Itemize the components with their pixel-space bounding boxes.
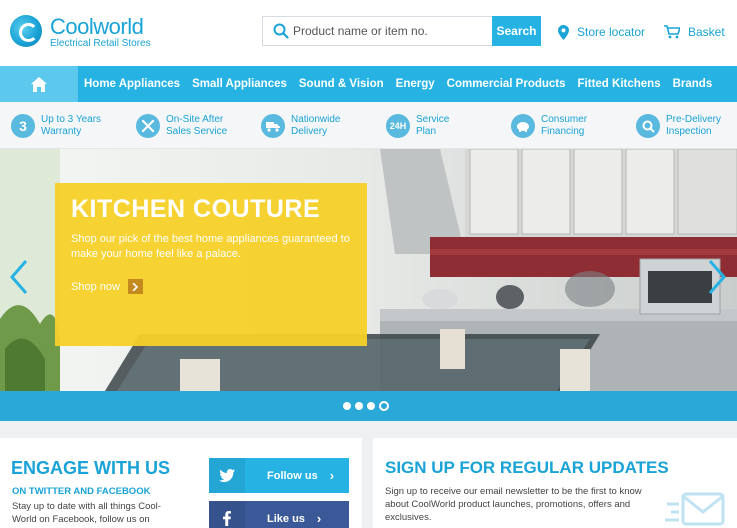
feature-financing[interactable]: Consumer Financing [511,112,587,140]
mail-icon [665,492,725,526]
hero-carousel: KITCHEN COUTURE Shop our pick of the bes… [0,149,737,421]
nav-item-brands[interactable]: Brands [667,78,719,90]
feature-label: Pre-Delivery Inspection [666,114,722,137]
logo[interactable]: Coolworld Electrical Retail Stores [10,14,160,54]
store-locator-link[interactable]: Store locator [558,24,645,40]
nav-home-button[interactable] [0,66,78,102]
tools-icon [136,114,160,138]
shop-now-button[interactable]: Shop now [71,279,143,294]
search-button[interactable]: Search [492,16,541,46]
carousel-dot[interactable] [343,402,351,410]
feature-service-plan[interactable]: 24H Service Plan [386,112,449,140]
home-icon [31,76,47,92]
newsletter-section: SIGN UP FOR REGULAR UPDATES Sign up to r… [373,438,737,528]
chevron-right-icon: › [316,511,322,526]
magnifier-icon [636,114,660,138]
nav-item-fitted-kitchens[interactable]: Fitted Kitchens [572,78,667,90]
carousel-dot[interactable] [367,402,375,410]
twitter-label: Follow us [267,469,318,482]
twitter-follow-button[interactable]: Follow us › [209,458,349,493]
main-nav: Home Appliances Small Appliances Sound &… [0,66,737,102]
engage-section: ENGAGE WITH US ON TWITTER AND FACEBOOK S… [0,438,362,528]
engage-subtitle: ON TWITTER AND FACEBOOK [12,486,151,497]
chevron-right-icon [127,279,143,294]
features-bar: 3 Up to 3 Years Warranty On-Site After S… [0,102,737,149]
logo-title: Coolworld [50,14,144,39]
basket-icon [664,25,680,39]
nav-item-small-appliances[interactable]: Small Appliances [186,78,293,90]
logo-tagline: Electrical Retail Stores [50,38,151,49]
search-icon [273,23,289,39]
carousel-next-icon[interactable] [704,259,728,295]
feature-label: Nationwide Delivery [291,114,341,137]
feature-label: Consumer Financing [541,114,588,137]
engage-text: Stay up to date with all things Cool-Wor… [12,501,161,525]
piggy-bank-icon [511,114,535,138]
nav-item-commercial-products[interactable]: Commercial Products [441,78,572,90]
basket-link[interactable]: Basket [664,24,725,40]
newsletter-text: Sign up to receive our email newsletter … [385,486,642,523]
chevron-right-icon: › [329,468,335,483]
hero-text: Shop our pick of the best home appliance… [71,233,350,260]
site-header: Coolworld Electrical Retail Stores Searc… [0,0,737,66]
carousel-pagination [343,401,389,411]
hero-promo-panel: KITCHEN COUTURE Shop our pick of the bes… [55,183,367,346]
carousel-dot[interactable] [355,402,363,410]
facebook-label: Like us [267,512,305,525]
nav-item-energy[interactable]: Energy [390,78,441,90]
facebook-like-button[interactable]: Like us › [209,501,349,528]
facebook-icon [209,501,245,528]
store-locator-label: Store locator [577,25,646,39]
hero-title: KITCHEN COUTURE [71,195,321,223]
map-pin-icon [558,24,569,40]
twitter-icon [209,458,245,493]
clock-24h-icon: 24H [386,114,410,138]
search-input[interactable] [293,17,489,45]
feature-label: Up to 3 Years Warranty [41,114,102,137]
newsletter-title: SIGN UP FOR REGULAR UPDATES [385,458,669,477]
engage-title: ENGAGE WITH US [11,458,171,478]
feature-warranty[interactable]: 3 Up to 3 Years Warranty [11,112,101,140]
feature-delivery[interactable]: Nationwide Delivery [261,112,340,140]
carousel-prev-icon[interactable] [8,259,32,295]
nav-item-home-appliances[interactable]: Home Appliances [78,78,186,90]
logo-mark-icon [10,15,42,47]
warranty-icon: 3 [11,114,35,138]
carousel-dot-active[interactable] [379,401,389,411]
feature-sales-service[interactable]: On-Site After Sales Service [136,112,227,140]
feature-inspection[interactable]: Pre-Delivery Inspection [636,112,721,140]
feature-label: Service Plan [416,114,450,137]
shop-now-label: Shop now [71,280,120,293]
nav-item-sound-vision[interactable]: Sound & Vision [293,78,390,90]
basket-label: Basket [688,25,725,39]
feature-label: On-Site After Sales Service [166,114,228,137]
truck-icon [261,114,285,138]
